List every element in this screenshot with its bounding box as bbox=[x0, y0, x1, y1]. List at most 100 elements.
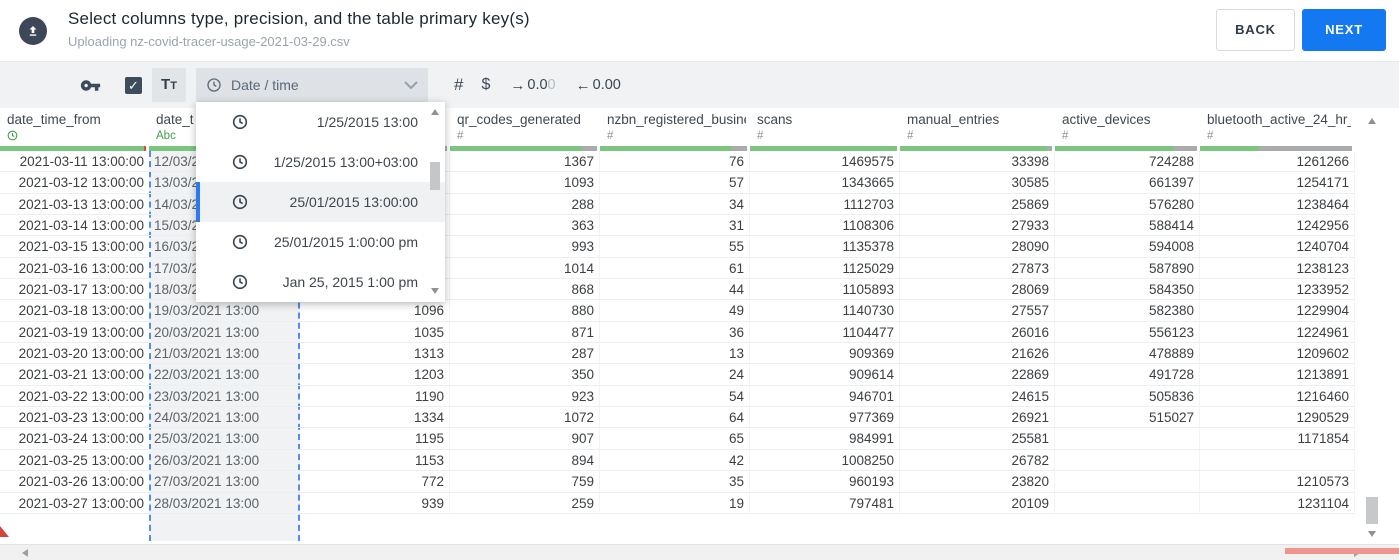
table-cell[interactable]: 1216460 bbox=[1200, 385, 1355, 408]
column-header-scans[interactable]: scans # bbox=[750, 108, 900, 151]
table-cell[interactable]: 19 bbox=[600, 492, 750, 514]
table-cell[interactable]: 1238123 bbox=[1200, 257, 1355, 280]
table-cell[interactable]: 1135378 bbox=[750, 236, 900, 258]
table-cell[interactable]: 1171854 bbox=[1200, 428, 1355, 450]
table-cell[interactable]: 1334 bbox=[300, 407, 450, 429]
table-cell[interactable]: 2021-03-16 13:00:00 bbox=[0, 258, 149, 280]
scroll-up-icon[interactable] bbox=[1368, 118, 1376, 124]
table-cell[interactable]: 20109 bbox=[900, 492, 1055, 514]
table-cell[interactable]: 2021-03-17 13:00:00 bbox=[0, 279, 149, 301]
table-cell[interactable]: 1290529 bbox=[1200, 407, 1355, 429]
table-cell[interactable]: 26/03/2021 13:00 bbox=[149, 450, 300, 472]
menu-scrollbar-thumb[interactable] bbox=[430, 162, 440, 190]
table-cell[interactable]: 1213891 bbox=[1200, 364, 1355, 386]
table-cell[interactable]: 2021-03-22 13:00:00 bbox=[0, 386, 149, 408]
table-cell[interactable]: 27873 bbox=[900, 257, 1055, 280]
table-cell[interactable]: 478889 bbox=[1055, 343, 1200, 365]
decimal-decrease-button[interactable]: → 0.0 0 bbox=[510, 77, 555, 94]
table-cell[interactable]: 21/03/2021 13:00 bbox=[149, 343, 300, 365]
table-cell[interactable]: 26921 bbox=[900, 407, 1055, 429]
column-header-date_time_from[interactable]: date_time_from bbox=[0, 108, 149, 151]
table-cell[interactable]: 2021-03-21 13:00:00 bbox=[0, 364, 149, 386]
table-cell[interactable]: 28069 bbox=[900, 279, 1055, 301]
table-cell[interactable]: 24615 bbox=[900, 385, 1055, 408]
table-cell[interactable]: 871 bbox=[450, 321, 600, 344]
table-cell[interactable]: 44 bbox=[600, 279, 750, 301]
table-cell[interactable]: 1125029 bbox=[750, 257, 900, 280]
table-cell[interactable]: 1014 bbox=[450, 257, 600, 280]
table-cell[interactable]: 287 bbox=[450, 343, 600, 365]
vertical-scrollbar[interactable] bbox=[1363, 110, 1381, 544]
column-header-nzbn_registered_busine[interactable]: nzbn_registered_busine # bbox=[600, 108, 750, 151]
menu-item-selected[interactable]: 25/01/2015 13:00:00 bbox=[196, 182, 445, 222]
table-cell[interactable]: 1096 bbox=[300, 300, 450, 322]
vertical-scrollbar-thumb[interactable] bbox=[1366, 497, 1378, 524]
table-cell[interactable]: 35 bbox=[600, 471, 750, 493]
table-cell[interactable]: 576280 bbox=[1055, 193, 1200, 216]
menu-item[interactable]: 1/25/2015 13:00+03:00 bbox=[196, 142, 445, 182]
table-cell[interactable]: 24/03/2021 13:00 bbox=[149, 407, 300, 429]
table-cell[interactable]: 1210573 bbox=[1200, 471, 1355, 493]
table-cell[interactable]: 65 bbox=[600, 428, 750, 450]
table-cell[interactable]: 1190 bbox=[300, 385, 450, 408]
table-cell[interactable]: 1238464 bbox=[1200, 193, 1355, 216]
table-cell[interactable]: 909369 bbox=[750, 343, 900, 365]
table-cell[interactable]: 2021-03-11 13:00:00 bbox=[0, 151, 149, 173]
table-cell[interactable]: 2021-03-18 13:00:00 bbox=[0, 300, 149, 322]
table-cell[interactable]: 25869 bbox=[900, 193, 1055, 216]
scroll-down-icon[interactable] bbox=[1368, 531, 1376, 537]
table-cell[interactable]: 33398 bbox=[900, 151, 1055, 173]
table-cell[interactable]: 2021-03-20 13:00:00 bbox=[0, 343, 149, 365]
table-cell[interactable]: 350 bbox=[450, 364, 600, 386]
table-cell[interactable]: 923 bbox=[450, 385, 600, 408]
table-cell[interactable] bbox=[1055, 492, 1200, 514]
table-cell[interactable]: 1153 bbox=[300, 449, 450, 472]
table-cell[interactable]: 993 bbox=[450, 236, 600, 258]
table-cell[interactable]: 661397 bbox=[1055, 172, 1200, 194]
table-cell[interactable]: 1105893 bbox=[750, 279, 900, 301]
primary-key-icon[interactable] bbox=[80, 75, 101, 96]
table-cell[interactable]: 25581 bbox=[900, 428, 1055, 450]
table-cell[interactable]: 27933 bbox=[900, 215, 1055, 237]
table-cell[interactable]: 76 bbox=[600, 151, 750, 173]
table-cell[interactable]: 21626 bbox=[900, 343, 1055, 365]
table-cell[interactable]: 1254171 bbox=[1200, 172, 1355, 194]
table-cell[interactable] bbox=[1055, 449, 1200, 472]
back-button[interactable]: BACK bbox=[1216, 9, 1295, 51]
table-cell[interactable]: 25/03/2021 13:00 bbox=[149, 428, 300, 450]
table-cell[interactable]: 31 bbox=[600, 215, 750, 237]
horizontal-scrollbar[interactable] bbox=[0, 544, 1399, 560]
menu-item[interactable]: Jan 25, 2015 1:00 pm bbox=[196, 262, 445, 302]
table-cell[interactable]: 2021-03-23 13:00:00 bbox=[0, 407, 149, 429]
table-cell[interactable]: 772 bbox=[300, 471, 450, 493]
table-cell[interactable]: 1242956 bbox=[1200, 215, 1355, 237]
table-cell[interactable] bbox=[1055, 428, 1200, 450]
table-cell[interactable]: 57 bbox=[600, 172, 750, 194]
table-cell[interactable]: 939 bbox=[300, 492, 450, 514]
table-cell[interactable]: 49 bbox=[600, 300, 750, 322]
table-cell[interactable]: 1035 bbox=[300, 321, 450, 344]
table-cell[interactable]: 1104477 bbox=[750, 321, 900, 344]
table-cell[interactable]: 582380 bbox=[1055, 300, 1200, 322]
table-cell[interactable]: 491728 bbox=[1055, 364, 1200, 386]
table-cell[interactable]: 1108306 bbox=[750, 215, 900, 237]
table-cell[interactable]: 42 bbox=[600, 449, 750, 472]
table-cell[interactable]: 1469575 bbox=[750, 151, 900, 173]
table-cell[interactable]: 13 bbox=[600, 343, 750, 365]
table-cell[interactable]: 26016 bbox=[900, 321, 1055, 344]
table-cell[interactable]: 22869 bbox=[900, 364, 1055, 386]
table-cell[interactable]: 868 bbox=[450, 279, 600, 301]
table-cell[interactable]: 1140730 bbox=[750, 300, 900, 322]
table-cell[interactable]: 505836 bbox=[1055, 385, 1200, 408]
table-cell[interactable]: 19/03/2021 13:00 bbox=[149, 300, 300, 322]
scroll-up-icon[interactable] bbox=[431, 109, 439, 115]
currency-type-icon[interactable]: $ bbox=[481, 76, 490, 94]
table-cell[interactable]: 2021-03-15 13:00:00 bbox=[0, 236, 149, 258]
table-cell[interactable] bbox=[1055, 471, 1200, 493]
table-cell[interactable]: 1343665 bbox=[750, 172, 900, 194]
table-cell[interactable]: 1233952 bbox=[1200, 279, 1355, 301]
column-header-qr_codes_generated[interactable]: qr_codes_generated # bbox=[450, 108, 600, 151]
table-cell[interactable]: 23820 bbox=[900, 471, 1055, 493]
table-cell[interactable]: 907 bbox=[450, 428, 600, 450]
table-cell[interactable]: 759 bbox=[450, 471, 600, 493]
